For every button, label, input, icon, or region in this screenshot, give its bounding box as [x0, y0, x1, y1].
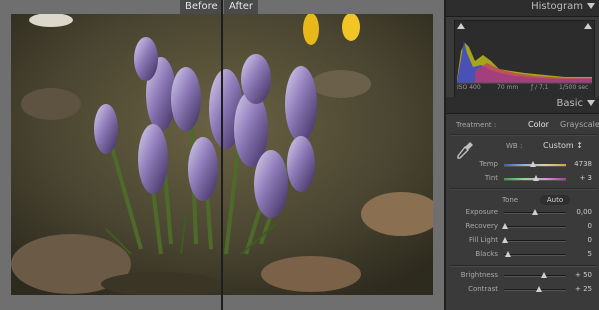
slider-track[interactable]	[504, 226, 566, 228]
slider-thumb[interactable]	[541, 272, 548, 278]
slider-label: Brightness	[460, 271, 498, 279]
after-label: After	[224, 0, 259, 14]
highlight-clipping-icon[interactable]	[584, 23, 592, 29]
before-label: Before	[180, 0, 223, 14]
eyedropper-icon[interactable]	[456, 140, 474, 160]
slider-label: Temp	[479, 160, 498, 168]
wb-label: WB :	[506, 142, 523, 150]
slider-thumb[interactable]	[532, 209, 538, 215]
slider-thumb[interactable]	[502, 237, 509, 243]
slider-label: Exposure	[465, 208, 498, 216]
divider	[450, 188, 597, 190]
shutter-speed: 1/500 sec	[559, 84, 589, 91]
histogram-header[interactable]: Histogram	[446, 0, 599, 17]
divider	[450, 134, 597, 136]
treatment-grayscale-option[interactable]: Grayscale	[560, 120, 599, 129]
slider-thumb[interactable]	[536, 286, 543, 292]
treatment-color-option[interactable]: Color	[528, 120, 549, 129]
slider-value[interactable]: 4738	[570, 160, 592, 168]
histogram-graph[interactable]: ISO 400 70 mm ƒ / 7,1 1/500 sec	[454, 20, 595, 98]
slider-track[interactable]	[504, 240, 566, 242]
slider-label: Fill Light	[468, 236, 498, 244]
collapse-triangle-icon[interactable]	[587, 3, 595, 9]
develop-panel: Histogram ISO 400 70 mm ƒ / 7,1 1/500 se…	[444, 0, 599, 310]
slider-value[interactable]: + 50	[570, 271, 592, 279]
slider-label: Blacks	[475, 250, 498, 258]
slider-label: Contrast	[468, 285, 498, 293]
slider-track[interactable]	[504, 289, 566, 291]
wb-select[interactable]: Custom ↕	[543, 141, 583, 150]
slider-label: Tint	[484, 174, 498, 182]
slider-value[interactable]: 0,00	[570, 208, 592, 216]
slider-value[interactable]: 0	[570, 222, 592, 230]
aperture: ƒ / 7,1	[531, 84, 549, 91]
focal-length: 70 mm	[497, 84, 519, 91]
slider-thumb[interactable]	[502, 223, 509, 229]
slider-track[interactable]	[504, 254, 566, 256]
treatment-label: Treatment :	[456, 121, 497, 129]
slider-thumb[interactable]	[504, 251, 511, 257]
slider-label: Recovery	[465, 222, 498, 230]
before-after-divider[interactable]	[221, 0, 223, 310]
basic-title: Basic	[556, 98, 583, 109]
iso-value: ISO 400	[457, 84, 481, 91]
shadow-clipping-icon[interactable]	[457, 23, 465, 29]
auto-tone-button[interactable]: Auto	[540, 195, 570, 205]
basic-header[interactable]: Basic	[446, 97, 599, 114]
divider	[450, 265, 597, 267]
collapse-triangle-icon[interactable]	[587, 100, 595, 106]
slider-value[interactable]: 5	[570, 250, 592, 258]
slider-track[interactable]	[504, 275, 566, 277]
slider-thumb[interactable]	[533, 175, 540, 181]
slider-value[interactable]: + 3	[570, 174, 592, 182]
tone-label: Tone	[502, 196, 519, 204]
slider-thumb[interactable]	[530, 161, 537, 167]
histogram-title: Histogram	[531, 1, 583, 12]
slider-value[interactable]: 0	[570, 236, 592, 244]
slider-value[interactable]: + 25	[570, 285, 592, 293]
